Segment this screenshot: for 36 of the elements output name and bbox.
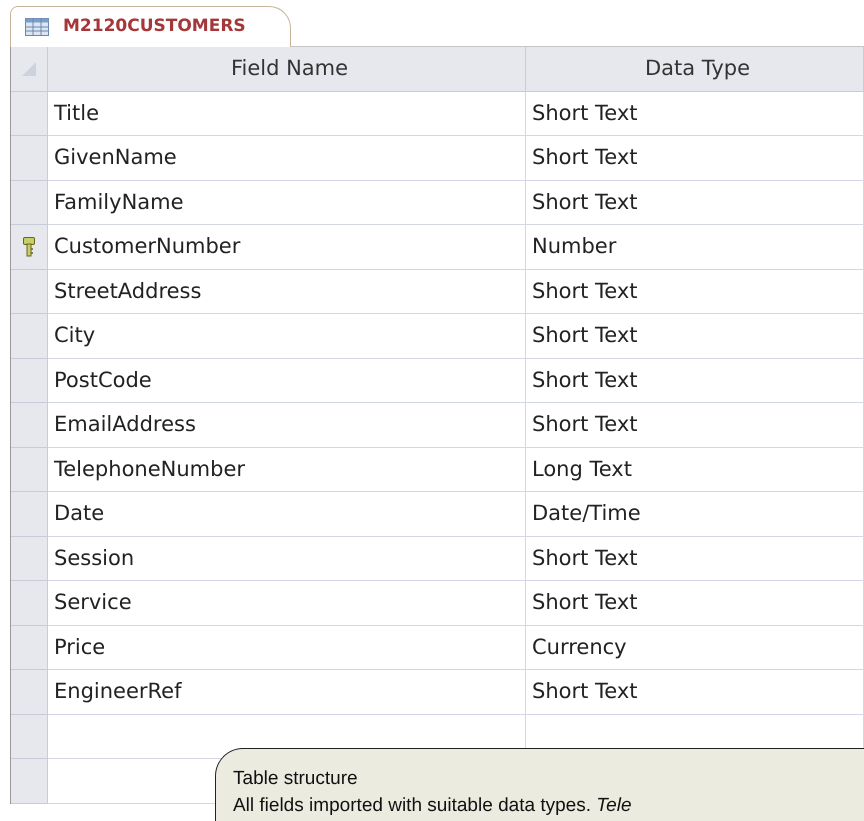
field-name-cell: TelephoneNumber: [48, 448, 526, 492]
field-name-cell: Date: [48, 492, 526, 536]
column-header: Data Type: [526, 47, 864, 92]
data-type-cell: Short Text: [526, 180, 864, 225]
data-type-cell: Date/Time: [526, 492, 864, 536]
field-name-cell: City: [48, 314, 526, 358]
data-type-cell: Short Text: [526, 136, 864, 180]
row-selector[interactable]: [11, 225, 48, 270]
data-type-cell: Short Text: [526, 92, 864, 136]
data-type-cell: Short Text: [526, 670, 864, 714]
table-tab[interactable]: M2120CUSTOMERS: [10, 6, 291, 47]
field-name-cell: EngineerRef: [48, 670, 526, 714]
field-name-cell: EmailAddress: [48, 403, 526, 448]
callout-title: Table structure: [233, 767, 358, 791]
data-type-cell: Short Text: [526, 581, 864, 626]
field-name-cell: PostCode: [48, 358, 526, 403]
column-header: Field Name: [48, 47, 526, 92]
callout-text: All fields imported with suitable data types. Tele: [233, 794, 632, 818]
data-type-cell: Short Text: [526, 403, 864, 448]
field-name-cell: GivenName: [48, 136, 526, 180]
data-type-cell: Short Text: [526, 358, 864, 403]
data-type-cell: Short Text: [526, 536, 864, 581]
table-icon: [25, 18, 49, 36]
field-name-cell: CustomerNumber: [48, 225, 526, 270]
field-name-cell: Title: [48, 92, 526, 136]
data-type-cell: Currency: [526, 626, 864, 670]
field-name-cell: StreetAddress: [48, 270, 526, 314]
data-type-cell: Short Text: [526, 314, 864, 358]
field-name-cell: Session: [48, 536, 526, 581]
data-type-cell: Long Text: [526, 448, 864, 492]
field-name-cell: FamilyName: [48, 180, 526, 225]
field-name-cell: Price: [48, 626, 526, 670]
data-type-cell: Short Text: [526, 270, 864, 314]
field-name-cell: Service: [48, 581, 526, 626]
select-all-corner-icon[interactable]: [22, 62, 36, 76]
data-type-cell: Number: [526, 225, 864, 270]
